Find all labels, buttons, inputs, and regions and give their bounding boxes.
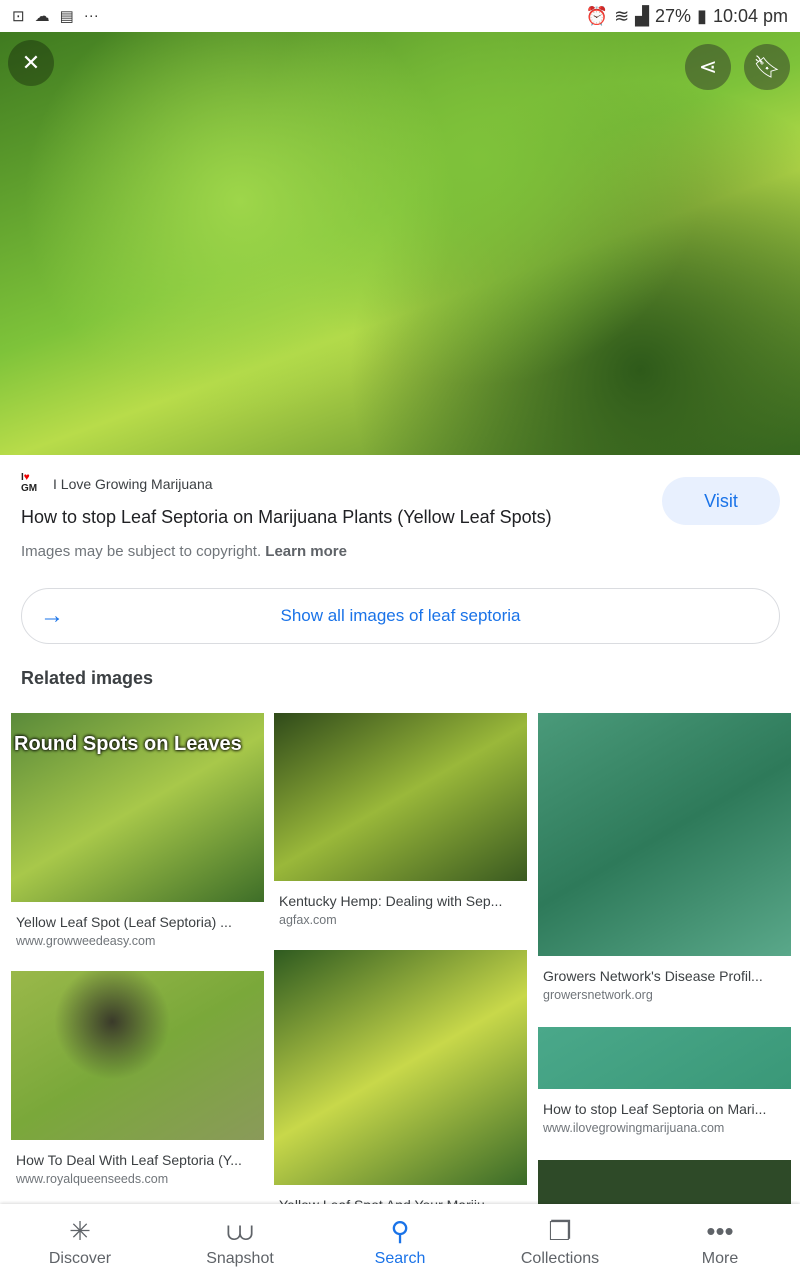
card-title: Growers Network's Disease Profil...	[543, 968, 763, 984]
search-icon: ⚲	[390, 1216, 410, 1246]
signal-icon: ▟	[635, 5, 649, 26]
thumbnail	[538, 1160, 791, 1210]
related-image-card[interactable]: Yellow Leaf Spot And Your Mariju...	[274, 950, 527, 1213]
thumbnail	[538, 713, 791, 956]
copyright-text: Images may be subject to copyright.	[21, 543, 262, 560]
nav-label: More	[701, 1250, 739, 1267]
card-title: Yellow Leaf Spot (Leaf Septoria) ...	[16, 914, 232, 930]
source-name: I Love Growing Marijuana	[53, 476, 213, 492]
related-heading: Related images	[21, 668, 154, 688]
battery-level: 27%	[655, 5, 692, 26]
site-logo: I♥ GM	[21, 472, 38, 494]
show-all-images-button[interactable]: → Show all images of leaf septoria	[21, 588, 780, 644]
card-site: www.growweedeasy.com	[16, 934, 156, 948]
card-title: How To Deal With Leaf Septoria (Y...	[16, 1152, 242, 1168]
thumbnail-overlay-text: Round Spots on Leaves	[14, 733, 242, 755]
share-icon[interactable]: ⋖	[685, 44, 731, 90]
news-icon: ▤	[59, 8, 74, 25]
nav-label: Collections	[520, 1250, 600, 1267]
card-title: Kentucky Hemp: Dealing with Sep...	[279, 893, 503, 909]
show-all-label: Show all images of leaf septoria	[280, 606, 521, 625]
bottom-nav: ✳ Discover ⩊ Snapshot ⚲ Search ❐ Collections…	[0, 1204, 800, 1280]
screenshot-icon: ⊡	[12, 8, 25, 25]
arrow-right-icon: →	[40, 602, 64, 629]
card-site: agfax.com	[279, 913, 337, 927]
related-image-card[interactable]	[538, 1160, 791, 1210]
close-icon[interactable]: ✕	[8, 40, 54, 86]
asterisk-icon: ✳	[69, 1216, 91, 1246]
card-site: growersnetwork.org	[543, 988, 653, 1002]
more-icon: •••	[706, 1216, 734, 1246]
thumbnail	[538, 1027, 791, 1089]
related-image-card[interactable]: How To Deal With Leaf Septoria (Y... www.…	[11, 971, 264, 1186]
thumbnail	[274, 713, 527, 881]
nav-label: Discover	[48, 1250, 112, 1267]
bookmarks-icon: ❐	[548, 1216, 572, 1246]
card-title: How to stop Leaf Septoria on Mari...	[543, 1101, 767, 1117]
learn-more-link[interactable]: Learn more	[265, 543, 347, 560]
snapshot-icon: ⩊	[226, 1216, 254, 1246]
more-notifications-icon: ···	[83, 7, 99, 24]
related-image-card[interactable]: How to stop Leaf Septoria on Mari... www.…	[538, 1027, 791, 1135]
battery-icon: ▮	[697, 5, 707, 26]
thumbnail	[11, 971, 264, 1140]
related-image-card[interactable]: Kentucky Hemp: Dealing with Sep... agfax.…	[274, 713, 527, 927]
bookmark-icon[interactable]: 🔖︎	[744, 44, 790, 90]
nav-more[interactable]: ••• More	[640, 1204, 800, 1280]
nav-collections[interactable]: ❐ Collections	[480, 1204, 640, 1280]
copyright-notice: Images may be subject to copyright. Lear…	[21, 543, 347, 560]
main-image	[0, 32, 800, 455]
cloud-icon: ☁	[34, 8, 50, 25]
thumbnail	[274, 950, 527, 1185]
card-site: www.ilovegrowingmarijuana.com	[543, 1121, 725, 1135]
nav-label: Snapshot	[206, 1250, 274, 1267]
card-site: www.royalqueenseeds.com	[16, 1172, 169, 1186]
visit-button[interactable]: Visit	[662, 477, 780, 525]
source[interactable]: I♥ GM I Love Growing Marijuana	[21, 472, 213, 496]
alarm-icon: ⏰	[585, 5, 609, 26]
related-image-card[interactable]: Growers Network's Disease Profil... growe…	[538, 713, 791, 1002]
wifi-icon: ≋	[614, 5, 630, 26]
result-title[interactable]: How to stop Leaf Septoria on Marijuana P…	[21, 507, 552, 528]
nav-snapshot[interactable]: ⩊ Snapshot	[160, 1204, 320, 1280]
status-bar: ⊡ ☁ ▤ ··· ⏰ ≋ ▟ 27% ▮ 10:04 pm	[0, 0, 800, 32]
nav-discover[interactable]: ✳ Discover	[0, 1204, 160, 1280]
nav-label: Search	[374, 1250, 426, 1267]
clock: 10:04 pm	[712, 5, 788, 26]
nav-search[interactable]: ⚲ Search	[320, 1204, 480, 1280]
